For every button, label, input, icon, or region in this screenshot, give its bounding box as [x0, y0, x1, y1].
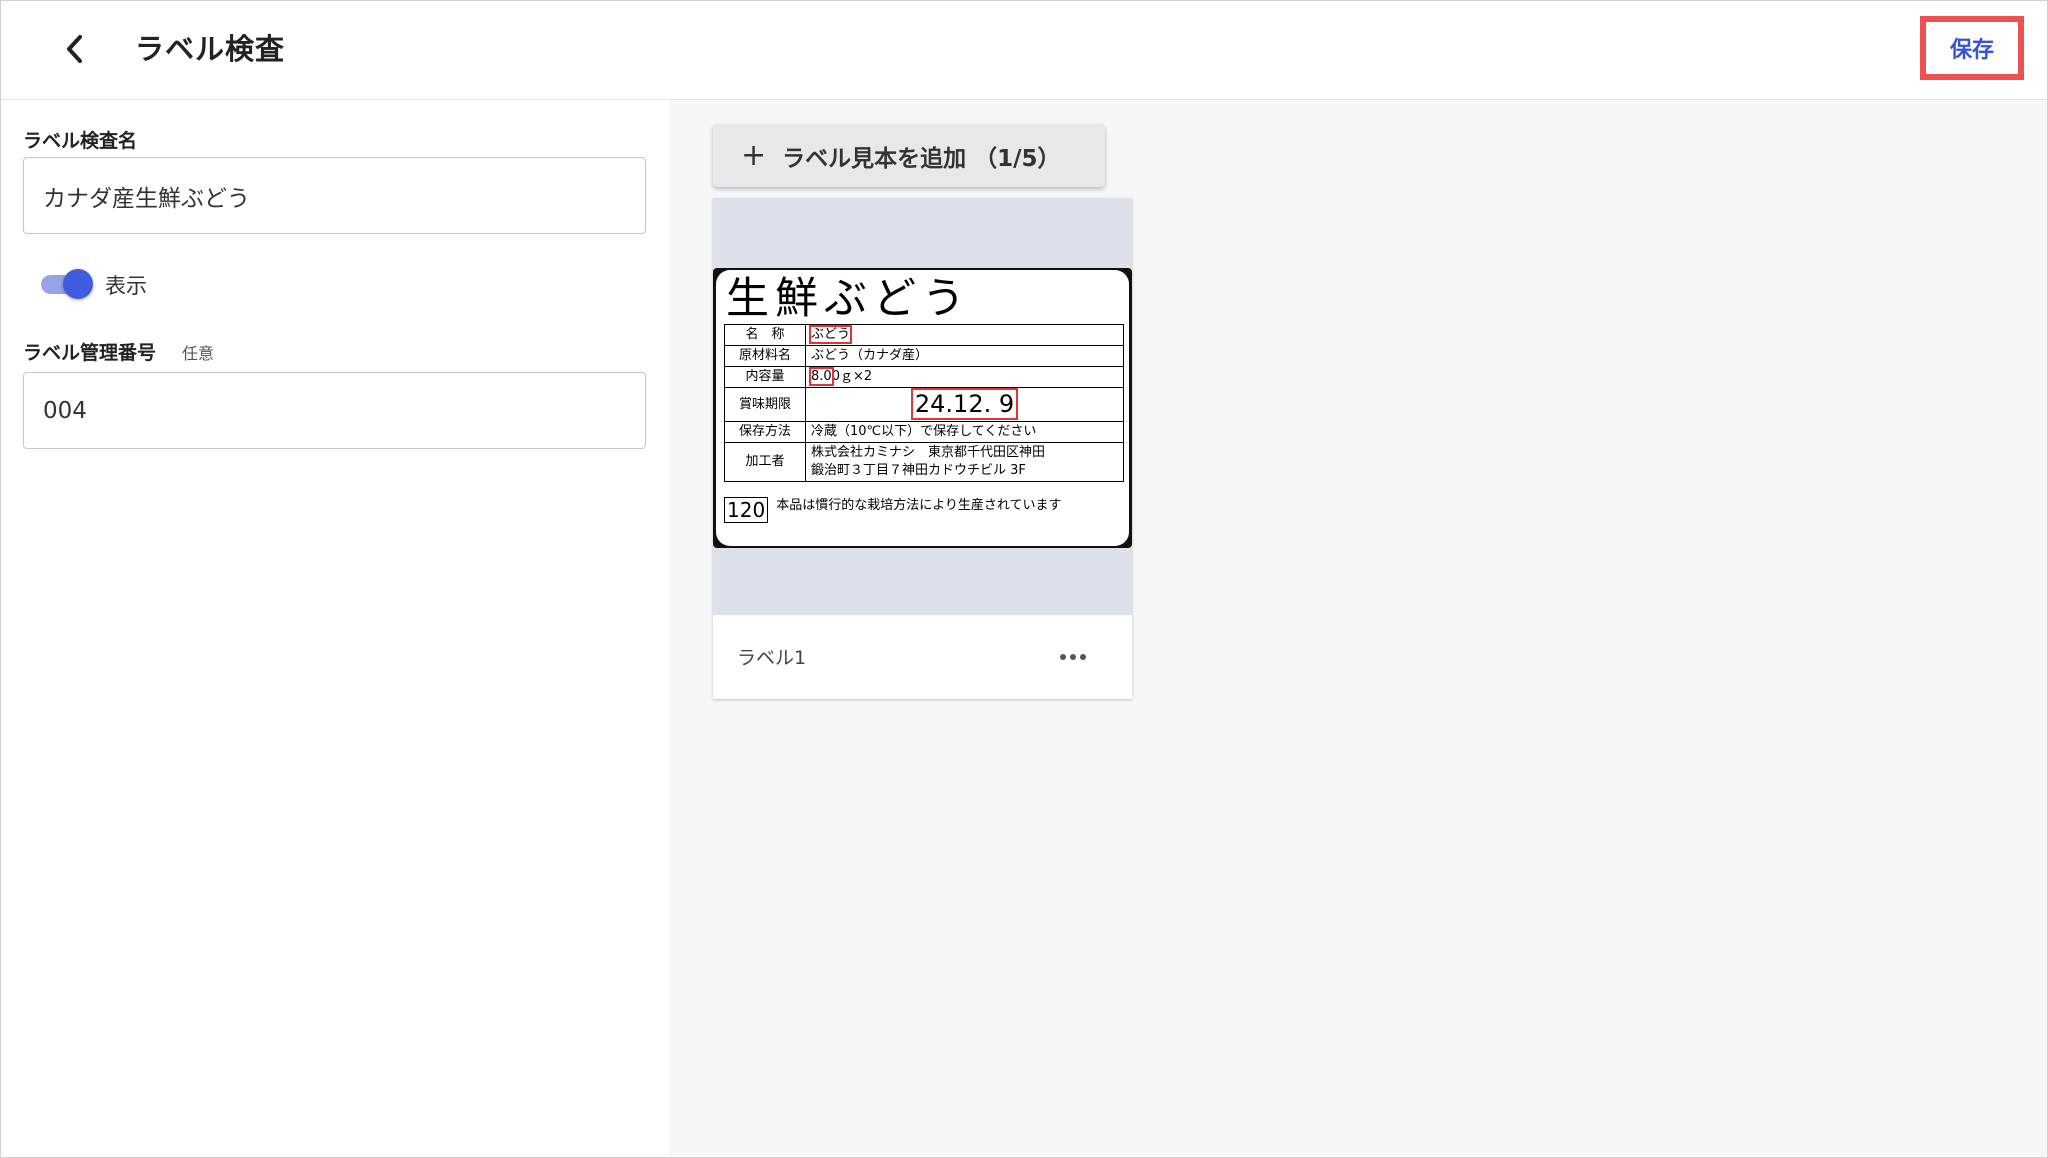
label-photo: 生鮮ぶどう 名 称 ぶどう 原材料名 ぶどう（カナダ産） 内容量 8.00ｇ×2 — [713, 268, 1132, 548]
label-heading: 生鮮ぶどう — [726, 274, 971, 324]
top-bar: ラベル検査 保存 — [1, 1, 2047, 100]
save-button[interactable]: 保存 — [1920, 16, 2024, 80]
content-amount-highlight: 8.0 — [809, 367, 834, 386]
table-row: 原材料名 ぶどう（カナダ産） — [724, 345, 1124, 367]
inspection-name-field[interactable]: カナダ産生鮮ぶどう — [23, 157, 646, 234]
table-row: 内容量 8.00ｇ×2 — [724, 366, 1124, 388]
display-toggle[interactable] — [39, 268, 95, 300]
form-panel: ラベル検査名 カナダ産生鮮ぶどう 表示 ラベル管理番号 任意 004 — [1, 100, 669, 1156]
chevron-left-icon — [67, 35, 82, 63]
processor-line-2: 鍛治町３丁目７神田カドウチビル 3F — [811, 463, 1026, 478]
add-sample-button[interactable]: + ラベル見本を追加 （1/5） — [713, 124, 1105, 187]
row-value: ぶどう（カナダ産） — [805, 345, 1124, 367]
samples-panel: + ラベル見本を追加 （1/5） 生鮮ぶどう 名 称 ぶどう 原材料名 ぶどう（… — [669, 100, 2047, 1156]
row-key: 加工者 — [724, 442, 806, 482]
inspection-name-label: ラベル検査名 — [23, 130, 138, 152]
label-sheet: 生鮮ぶどう 名 称 ぶどう 原材料名 ぶどう（カナダ産） 内容量 8.00ｇ×2 — [716, 270, 1129, 546]
more-horizontal-icon — [1070, 654, 1076, 660]
plus-icon: + — [741, 137, 767, 173]
label-number-field[interactable]: 004 — [23, 372, 646, 449]
display-toggle-label: 表示 — [105, 274, 147, 298]
inspection-name-value: カナダ産生鮮ぶどう — [43, 185, 250, 212]
row-value: 8.00ｇ×2 — [805, 366, 1124, 388]
row-key: 原材料名 — [724, 345, 806, 367]
more-horizontal-icon — [1060, 654, 1066, 660]
card-name: ラベル1 — [737, 647, 807, 669]
more-horizontal-icon — [1080, 654, 1086, 660]
row-value: 株式会社カミナシ 東京都千代田区神田 鍛治町３丁目７神田カドウチビル 3F — [805, 442, 1124, 482]
row-value: 24.12. 9 — [805, 387, 1124, 422]
content-amount-rest: 0ｇ×2 — [831, 369, 873, 384]
table-row: 賞味期限 24.12. 9 — [724, 387, 1124, 422]
label-number-label: ラベル管理番号 — [23, 342, 157, 364]
row-key: 賞味期限 — [724, 387, 806, 422]
table-row: 加工者 株式会社カミナシ 東京都千代田区神田 鍛治町３丁目７神田カドウチビル 3… — [724, 442, 1124, 482]
weight-box: 120 — [724, 497, 769, 523]
page-title: ラベル検査 — [135, 32, 286, 66]
more-options-button[interactable] — [1051, 639, 1095, 675]
toggle-knob — [63, 269, 93, 299]
optional-tag: 任意 — [182, 344, 215, 363]
label-number-value: 004 — [43, 397, 87, 424]
table-row: 保存方法 冷蔵（10℃以下）で保存してください — [724, 421, 1124, 443]
row-value: ぶどう — [805, 324, 1124, 346]
row-key: 保存方法 — [724, 421, 806, 443]
label-info-table: 名 称 ぶどう 原材料名 ぶどう（カナダ産） 内容量 8.00ｇ×2 賞味期限 … — [724, 324, 1124, 482]
row-key: 内容量 — [724, 366, 806, 388]
back-button[interactable] — [53, 27, 97, 71]
expiry-date-highlight: 24.12. 9 — [910, 388, 1019, 420]
card-footer: ラベル1 — [713, 615, 1132, 699]
product-name-highlight: ぶどう — [808, 325, 853, 344]
label-footer: 120 本品は慣行的な栽培方法により生産されています — [724, 497, 1062, 523]
row-value: 冷蔵（10℃以下）で保存してください — [805, 421, 1124, 443]
add-sample-label: ラベル見本を追加 （1/5） — [782, 145, 1061, 172]
processor-line-1: 株式会社カミナシ 東京都千代田区神田 — [811, 445, 1046, 460]
table-row: 名 称 ぶどう — [724, 324, 1124, 346]
label-sample-card[interactable]: 生鮮ぶどう 名 称 ぶどう 原材料名 ぶどう（カナダ産） 内容量 8.00ｇ×2 — [713, 198, 1132, 699]
label-image-area: 生鮮ぶどう 名 称 ぶどう 原材料名 ぶどう（カナダ産） 内容量 8.00ｇ×2 — [713, 198, 1132, 615]
cultivation-note: 本品は慣行的な栽培方法により生産されています — [776, 498, 1062, 513]
row-key: 名 称 — [724, 324, 806, 346]
